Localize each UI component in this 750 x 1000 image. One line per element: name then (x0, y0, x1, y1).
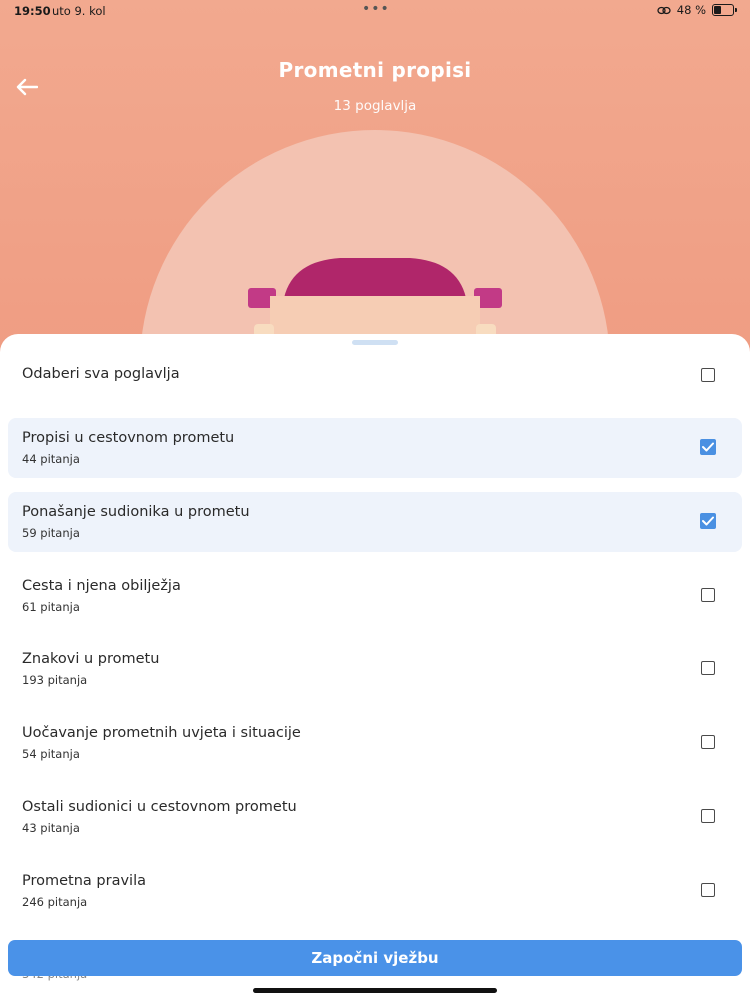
chapter-question-count: 193 pitanja (22, 673, 88, 687)
hero-banner: 19:50 uto 9. kol ••• 48 % Prometni propi… (0, 0, 750, 380)
chapter-question-count: 61 pitanja (22, 600, 80, 614)
chapter-question-count: 54 pitanja (22, 747, 80, 761)
chapter-row[interactable]: Ostali sudionici u cestovnom prometu 43 p… (8, 787, 742, 847)
chapter-checkbox[interactable] (700, 513, 716, 529)
chapter-row[interactable]: Prometna pravila 246 pitanja (8, 861, 742, 921)
chapter-question-count: 44 pitanja (22, 452, 80, 466)
chapter-checkbox[interactable] (701, 809, 715, 823)
chapter-count: 13 poglavlja (333, 98, 417, 114)
chapter-row[interactable]: Uočavanje prometnih uvjeta i situacije 54… (8, 713, 742, 773)
chapter-title: Prometna pravila (22, 873, 146, 889)
battery-percentage: 48 % (676, 3, 706, 17)
chapter-checkbox[interactable] (700, 439, 716, 455)
battery-tip (735, 8, 737, 12)
start-practice-button[interactable]: Započni vježbu (8, 940, 742, 976)
chapter-title: Cesta i njena obilježja (22, 578, 181, 594)
select-all-label: Odaberi sva poglavlja (22, 366, 180, 382)
chapter-title: Uočavanje prometnih uvjeta i situacije (22, 725, 301, 741)
chapter-title: Ostali sudionici u cestovnom prometu (22, 799, 297, 815)
status-right: 48 % (657, 3, 737, 17)
chapter-checkbox[interactable] (701, 883, 715, 897)
chapter-row[interactable]: Znakovi u prometu 193 pitanja (8, 639, 742, 699)
chapter-question-count: 43 pitanja (22, 821, 80, 835)
multitasking-dots[interactable]: ••• (362, 1, 390, 17)
home-indicator (253, 988, 497, 993)
chapter-sheet: Odaberi sva poglavlja Propisi u cestovnom… (0, 334, 750, 1000)
chapter-title: Ponašanje sudionika u prometu (22, 504, 250, 520)
status-time: 19:50 (14, 4, 51, 18)
status-bar: 19:50 uto 9. kol ••• 48 % (0, 0, 750, 22)
chapter-title: Znakovi u prometu (22, 651, 160, 667)
status-date: uto 9. kol (52, 4, 106, 18)
select-all-row[interactable]: Odaberi sva poglavlja (8, 346, 742, 406)
checkmark-icon (702, 516, 714, 526)
chapter-row[interactable]: Ponašanje sudionika u prometu 59 pitanja (8, 492, 742, 552)
drag-handle[interactable] (352, 340, 398, 345)
chapter-row[interactable]: Cesta i njena obilježja 61 pitanja (8, 566, 742, 626)
chapter-question-count: 59 pitanja (22, 526, 80, 540)
select-all-checkbox[interactable] (701, 368, 715, 382)
car-illustration (248, 258, 502, 340)
checkmark-icon (702, 442, 714, 452)
chapter-question-count: 246 pitanja (22, 895, 88, 909)
page-title: Prometni propisi (278, 58, 472, 82)
chapter-title: Propisi u cestovnom prometu (22, 430, 235, 446)
battery-fill (714, 6, 721, 14)
chapter-row[interactable]: Propisi u cestovnom prometu 44 pitanja (8, 418, 742, 478)
battery-icon (712, 4, 737, 16)
screen-lock-icon (657, 6, 671, 14)
chapter-checkbox[interactable] (701, 661, 715, 675)
chapter-checkbox[interactable] (701, 735, 715, 749)
chapter-checkbox[interactable] (701, 588, 715, 602)
